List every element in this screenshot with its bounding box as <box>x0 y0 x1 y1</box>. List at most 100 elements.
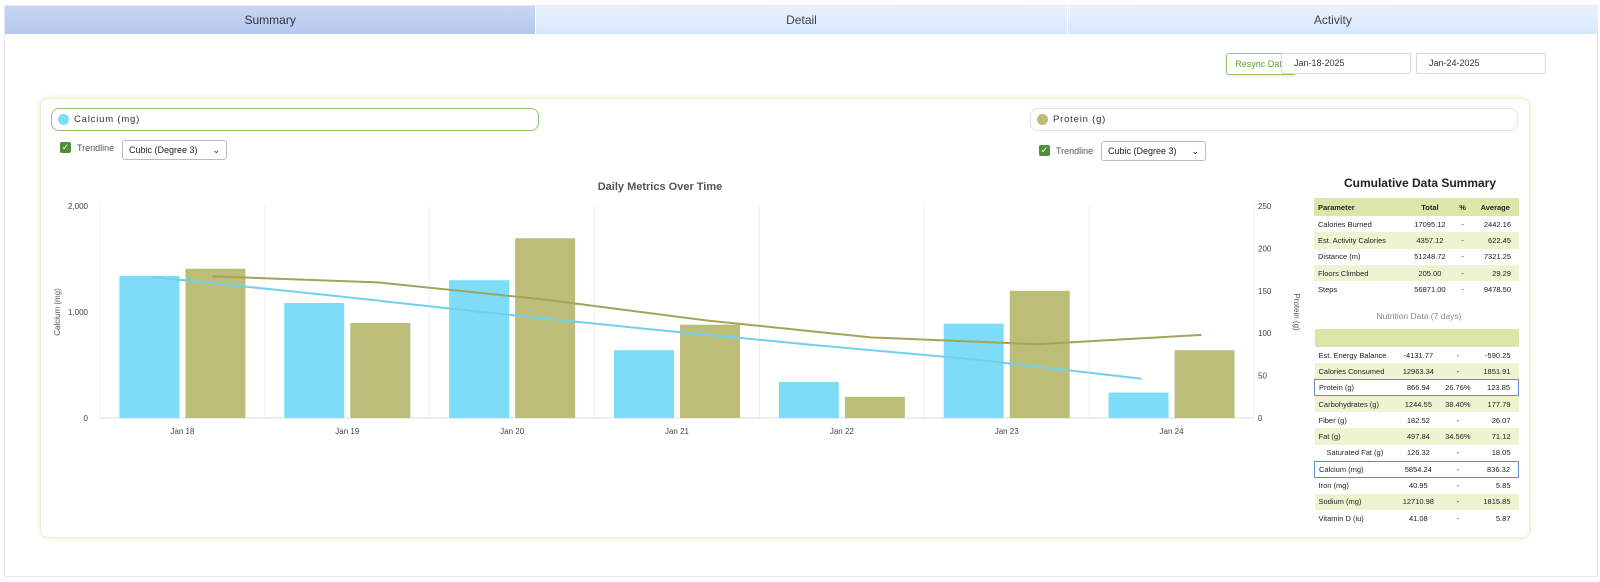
bar-calcium[interactable] <box>119 275 180 418</box>
bar-calcium[interactable] <box>614 350 674 418</box>
daily-metrics-chart: Daily Metrics Over Time Calcium (mg) Pro… <box>53 181 1301 436</box>
left-trendline-type-value: Cubic (Degree 3) <box>129 145 198 155</box>
y-right-tick-label: 200 <box>1258 244 1272 253</box>
table-header-cell: Average <box>1471 198 1519 216</box>
right-trendline-label: Trendline <box>1056 145 1094 156</box>
cumulative-summary-table: Parameter Total% Average Calories Burned 1… <box>1314 198 1519 297</box>
percent-cell: - <box>1453 264 1472 282</box>
table-row: Fiber (g) 182.52 - 26.07 <box>1315 412 1519 428</box>
percent-cell: - <box>1453 232 1472 249</box>
table-row: Calories Burned 17095.12 - 2442.16 <box>1314 216 1519 232</box>
x-tick-label: Jan 19 <box>335 427 360 436</box>
bar-protein[interactable] <box>844 396 905 418</box>
total-cell: 182.52 <box>1406 415 1430 425</box>
chart-title: Daily Metrics Over Time <box>598 181 723 193</box>
table-row: Protein (g) 866.94 26.76% 123.85 <box>1314 379 1519 397</box>
y-left-tick-label: 2,000 <box>68 202 89 211</box>
right-trendline-type-select[interactable]: Cubic (Degree 3) ⌄ <box>1101 141 1206 161</box>
total-cell: 205.00 <box>1406 264 1454 282</box>
parameter-cell: Calories Burned <box>1318 219 1372 229</box>
table-header-row <box>1314 329 1519 347</box>
tab-summary[interactable]: Summary <box>5 6 537 34</box>
left-metric-label: Calcium (mg) <box>74 114 141 125</box>
bar-protein[interactable] <box>350 323 411 418</box>
parameter-cell: Sodium (mg) <box>1314 493 1397 510</box>
parameter-cell: Iron (mg) <box>1318 481 1349 491</box>
percent-cell: - <box>1461 252 1464 262</box>
table-row: Carbohydrates (g) 1244.55 38.40% 177.79 <box>1314 395 1519 413</box>
bar-protein[interactable] <box>515 238 576 418</box>
parameter-cell: Calories Consumed <box>1314 363 1397 380</box>
average-cell: 622.45 <box>1471 232 1519 249</box>
total-cell: 866.94 <box>1397 379 1440 397</box>
left-trendline-type-select[interactable]: Cubic (Degree 3) ⌄ <box>122 140 227 160</box>
bar-calcium[interactable] <box>943 323 1004 418</box>
total-cell: -4131.77 <box>1403 350 1434 360</box>
total-cell: 12963.34 <box>1397 363 1440 380</box>
tab-activity[interactable]: Activity <box>1067 6 1599 34</box>
y-right-tick-label: 250 <box>1258 202 1272 211</box>
parameter-cell: Floors Climbed <box>1314 264 1407 282</box>
average-cell: 71.12 <box>1475 428 1519 445</box>
nutrition-summary-table: Est. Energy Balance -4131.77 - -590.25 C… <box>1314 329 1519 526</box>
percent-cell: - <box>1439 493 1476 510</box>
total-cell: 56871.00 <box>1414 284 1446 294</box>
x-tick-label: Jan 21 <box>665 427 690 436</box>
percent-cell: - <box>1456 350 1460 360</box>
bar-protein[interactable] <box>1174 350 1235 418</box>
parameter-cell: Vitamin D (iu) <box>1318 513 1364 523</box>
total-cell: 51248.72 <box>1414 252 1446 262</box>
parameter-cell: Fiber (g) <box>1318 415 1347 425</box>
percent-cell: - <box>1456 415 1460 425</box>
left-metric-selector[interactable]: Calcium (mg) <box>51 108 539 131</box>
average-cell: 7321.25 <box>1483 252 1511 262</box>
parameter-cell: Est. Activity Calories <box>1314 232 1407 249</box>
tab-detail[interactable]: Detail <box>536 6 1068 34</box>
chevron-down-icon: ⌄ <box>1191 146 1199 156</box>
table-row: Sodium (mg) 12710.98 - 1815.85 <box>1314 493 1519 510</box>
left-trendline-checkbox-icon[interactable]: ✓ <box>60 142 71 153</box>
average-cell: 2442.16 <box>1483 219 1511 229</box>
end-date-input[interactable]: Jan-24-2025 <box>1416 53 1546 74</box>
percent-cell: - <box>1439 363 1476 380</box>
right-metric-selector[interactable]: Protein (g) <box>1030 108 1518 131</box>
bar-calcium[interactable] <box>1108 392 1169 418</box>
table-header-cell: % <box>1453 198 1472 216</box>
percent-cell: 34.56% <box>1439 428 1476 445</box>
bar-protein[interactable] <box>185 268 246 418</box>
y-right-tick-label: 0 <box>1258 414 1263 423</box>
average-cell: 18.05 <box>1491 448 1511 458</box>
right-trendline-checkbox-icon[interactable]: ✓ <box>1039 145 1050 156</box>
table-header-cell <box>1439 329 1476 347</box>
start-date-input[interactable]: Jan-18-2025 <box>1281 53 1411 74</box>
percent-cell: 38.40% <box>1439 395 1476 413</box>
average-cell: 9478.50 <box>1483 284 1511 294</box>
bar-calcium[interactable] <box>778 381 839 418</box>
table-row: Fat (g) 497.84 34.56% 71.12 <box>1314 428 1519 445</box>
right-trendline-toggle[interactable]: ✓ Trendline <box>1039 145 1093 156</box>
right-trendline-type-value: Cubic (Degree 3) <box>1108 146 1177 156</box>
total-cell: 5854.24 <box>1397 460 1440 478</box>
table-header-row: Parameter Total% Average <box>1314 198 1519 216</box>
average-cell: 5.85 <box>1495 481 1511 491</box>
table-row: Vitamin D (iu) 41.08 - 5.87 <box>1315 510 1519 526</box>
x-tick-label: Jan 22 <box>830 427 855 436</box>
y-left-tick-label: 1,000 <box>68 308 89 317</box>
total-cell: 126.32 <box>1406 448 1430 458</box>
table-row: Est. Energy Balance -4131.77 - -590.25 <box>1315 347 1519 363</box>
average-cell: 836.32 <box>1475 460 1519 478</box>
total-cell: 12710.98 <box>1397 493 1440 510</box>
bar-calcium[interactable] <box>449 280 510 418</box>
percent-cell: - <box>1456 513 1460 523</box>
table-header-cell: Parameter <box>1314 198 1407 216</box>
bar-protein[interactable] <box>1009 290 1070 418</box>
bar-calcium[interactable] <box>284 302 345 418</box>
x-tick-label: Jan 23 <box>995 427 1020 436</box>
total-cell: 41.08 <box>1408 513 1428 523</box>
average-cell: 29.29 <box>1471 264 1519 282</box>
bar-protein[interactable] <box>680 324 740 418</box>
summary-title: Cumulative Data Summary <box>1343 176 1497 190</box>
parameter-cell: Distance (m) <box>1318 252 1361 262</box>
table-row: Floors Climbed 205.00 - 29.29 <box>1314 264 1519 282</box>
left-trendline-toggle[interactable]: ✓ Trendline <box>60 142 114 153</box>
